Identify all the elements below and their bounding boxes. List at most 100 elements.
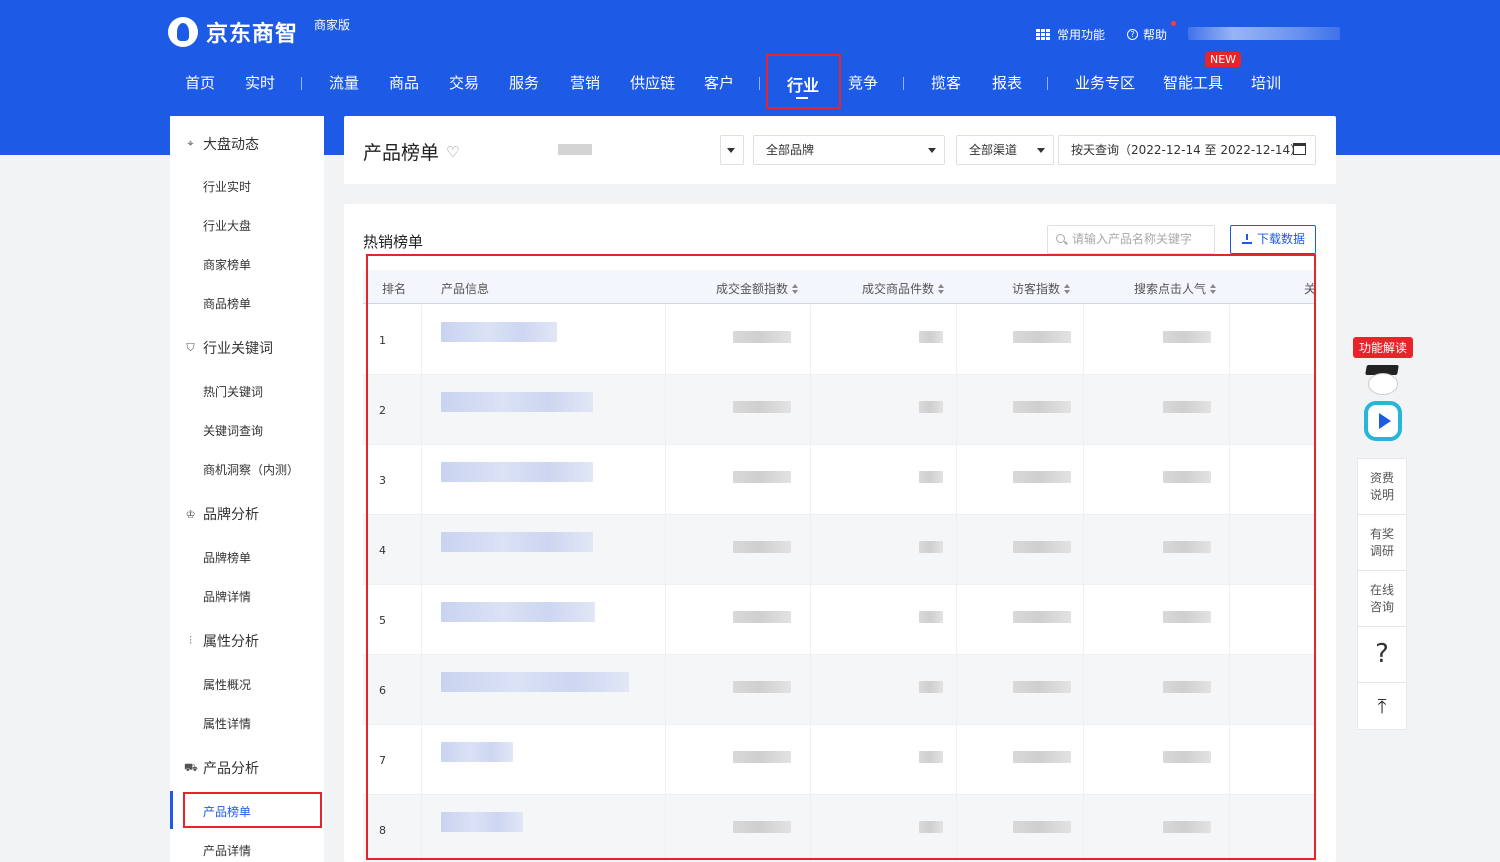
nav-trade[interactable]: 交易 xyxy=(449,72,479,93)
user-account-menu[interactable] xyxy=(1188,27,1340,40)
download-label: 下载数据 xyxy=(1257,232,1306,246)
header-tools: 常用功能 ? 帮助 xyxy=(1036,26,1189,43)
nav-divider xyxy=(759,77,760,90)
sidebar-group-product[interactable]: ⛟ 产品分析 xyxy=(184,758,259,778)
play-icon xyxy=(1364,401,1402,441)
sidebar-item-keyword-query[interactable]: 关键词查询 xyxy=(203,422,263,439)
brand-select[interactable]: 全部品牌 xyxy=(753,135,945,165)
sidebar-item-hot-keywords[interactable]: 热门关键词 xyxy=(203,383,263,400)
page-title: 产品榜单 xyxy=(363,142,440,164)
highlight-sidebar-product-list xyxy=(183,792,322,828)
logo[interactable]: 京东商智 xyxy=(168,16,298,48)
sidebar: ⌖ 大盘动态 行业实时 行业大盘 商家榜单 商品榜单 ⛉ 行业关键词 热门关键词… xyxy=(170,116,324,862)
sidebar-group-market[interactable]: ⌖ 大盘动态 xyxy=(184,134,259,154)
sidebar-item-attribute-detail[interactable]: 属性详情 xyxy=(203,715,251,732)
common-functions-label: 常用功能 xyxy=(1057,28,1106,42)
search-icon xyxy=(1056,234,1065,243)
nav-reports[interactable]: 报表 xyxy=(992,72,1022,93)
common-functions-button[interactable]: 常用功能 xyxy=(1036,26,1105,43)
nav-home[interactable]: 首页 xyxy=(185,72,215,93)
nav-supply-chain[interactable]: 供应链 xyxy=(630,72,675,93)
help-button-side[interactable]: ? xyxy=(1358,627,1406,683)
pricing-info-button[interactable]: 资费 说明 xyxy=(1358,459,1406,515)
back-to-top-button[interactable]: ⤒ xyxy=(1358,683,1406,729)
favorite-heart-icon[interactable]: ♡ xyxy=(446,143,459,161)
sidebar-item-brand-ranking[interactable]: 品牌榜单 xyxy=(203,549,251,566)
sidebar-item-opportunity-insight[interactable]: 商机洞察（内测） xyxy=(203,461,299,478)
sidebar-group-keywords[interactable]: ⛉ 行业关键词 xyxy=(184,338,273,358)
sidebar-item-product-ranking[interactable]: 商品榜单 xyxy=(203,295,251,312)
sidebar-item-industry-overview[interactable]: 行业大盘 xyxy=(203,217,251,234)
category-value-blurred xyxy=(558,144,592,155)
nav-products[interactable]: 商品 xyxy=(389,72,419,93)
shield-icon: ⛉ xyxy=(186,341,195,354)
nav-traffic[interactable]: 流量 xyxy=(329,72,359,93)
help-button[interactable]: ? 帮助 xyxy=(1127,26,1167,43)
main-nav: 首页 实时 流量 商品 交易 服务 营销 供应链 客户 行业 竞争 揽客 报表 … xyxy=(0,72,1500,95)
calendar-icon xyxy=(1293,143,1306,155)
crown-icon: ♔ xyxy=(185,507,196,521)
feature-guide-badge[interactable]: 功能解读 xyxy=(1353,337,1414,358)
sidebar-group-label: 品牌分析 xyxy=(203,507,259,523)
notification-dot xyxy=(1171,21,1176,26)
online-consult-label: 在线 咨询 xyxy=(1369,582,1394,614)
side-toolbar: 资费 说明 有奖 调研 在线 咨询 ? ⤒ xyxy=(1357,458,1407,730)
logo-text: 京东商智 xyxy=(206,22,299,47)
nav-training[interactable]: 培训 xyxy=(1251,72,1281,93)
new-badge: NEW xyxy=(1205,52,1242,67)
sidebar-group-brand[interactable]: ♔ 品牌分析 xyxy=(184,504,259,524)
nav-divider xyxy=(1047,77,1048,90)
sidebar-group-label: 行业关键词 xyxy=(203,341,273,357)
chevron-down-icon xyxy=(1037,148,1045,153)
mascot-face xyxy=(1368,373,1398,395)
date-picker[interactable]: 按天查询（2022-12-14 至 2022-12-14） xyxy=(1058,135,1316,165)
sidebar-group-label: 属性分析 xyxy=(203,634,259,650)
chevron-down-icon xyxy=(928,148,936,153)
highlight-nav-industry xyxy=(766,54,841,109)
nav-realtime[interactable]: 实时 xyxy=(245,72,275,93)
sidebar-active-indicator xyxy=(170,791,173,829)
sidebar-item-product-detail[interactable]: 产品详情 xyxy=(203,842,251,859)
product-search-input[interactable]: 请输入产品名称关键字 xyxy=(1047,225,1215,254)
question-icon: ? xyxy=(1375,639,1389,669)
nav-divider xyxy=(903,77,904,90)
help-label: 帮助 xyxy=(1143,28,1168,42)
nav-business-zone[interactable]: 业务专区 xyxy=(1075,72,1135,93)
category-select-caret[interactable] xyxy=(720,135,744,165)
logo-icon xyxy=(168,17,198,47)
section-title: 热销榜单 xyxy=(363,233,424,251)
download-icon xyxy=(1242,234,1252,244)
arrow-up-to-top-icon: ⤒ xyxy=(1377,693,1387,718)
channel-select-value: 全部渠道 xyxy=(969,143,1018,157)
nav-acquire[interactable]: 揽客 xyxy=(931,72,961,93)
sidebar-item-attribute-overview[interactable]: 属性概况 xyxy=(203,676,251,693)
date-range-value: 按天查询（2022-12-14 至 2022-12-14） xyxy=(1071,143,1303,157)
download-data-button[interactable]: 下载数据 xyxy=(1230,225,1316,254)
cart-icon: ⛟ xyxy=(184,760,198,774)
nav-smart-tools[interactable]: 智能工具 xyxy=(1163,72,1223,93)
category-select[interactable] xyxy=(548,135,720,165)
sidebar-group-label: 产品分析 xyxy=(203,761,259,777)
online-consult-button[interactable]: 在线 咨询 xyxy=(1358,571,1406,627)
sidebar-item-merchant-ranking[interactable]: 商家榜单 xyxy=(203,256,251,273)
sliders-icon: ⫶ xyxy=(189,634,192,647)
channel-select[interactable]: 全部渠道 xyxy=(956,135,1054,165)
sidebar-item-brand-detail[interactable]: 品牌详情 xyxy=(203,588,251,605)
nav-divider xyxy=(301,77,302,90)
sidebar-group-attribute[interactable]: ⫶ 属性分析 xyxy=(184,631,259,651)
sidebar-item-industry-realtime[interactable]: 行业实时 xyxy=(203,178,251,195)
help-circle-icon: ? xyxy=(1127,29,1139,40)
survey-label: 有奖 调研 xyxy=(1369,526,1394,558)
mascot-play-icon[interactable] xyxy=(1362,365,1404,445)
nav-service[interactable]: 服务 xyxy=(509,72,539,93)
survey-button[interactable]: 有奖 调研 xyxy=(1358,515,1406,571)
brand-select-value: 全部品牌 xyxy=(766,143,815,157)
nav-customers[interactable]: 客户 xyxy=(704,72,734,93)
pulse-icon: ⌖ xyxy=(187,137,194,150)
nav-marketing[interactable]: 营销 xyxy=(570,72,600,93)
nav-competition[interactable]: 竞争 xyxy=(848,72,878,93)
apps-grid-icon xyxy=(1036,28,1051,41)
chevron-down-icon xyxy=(727,148,735,153)
sidebar-group-label: 大盘动态 xyxy=(203,137,259,153)
pricing-info-label: 资费 说明 xyxy=(1369,470,1394,502)
